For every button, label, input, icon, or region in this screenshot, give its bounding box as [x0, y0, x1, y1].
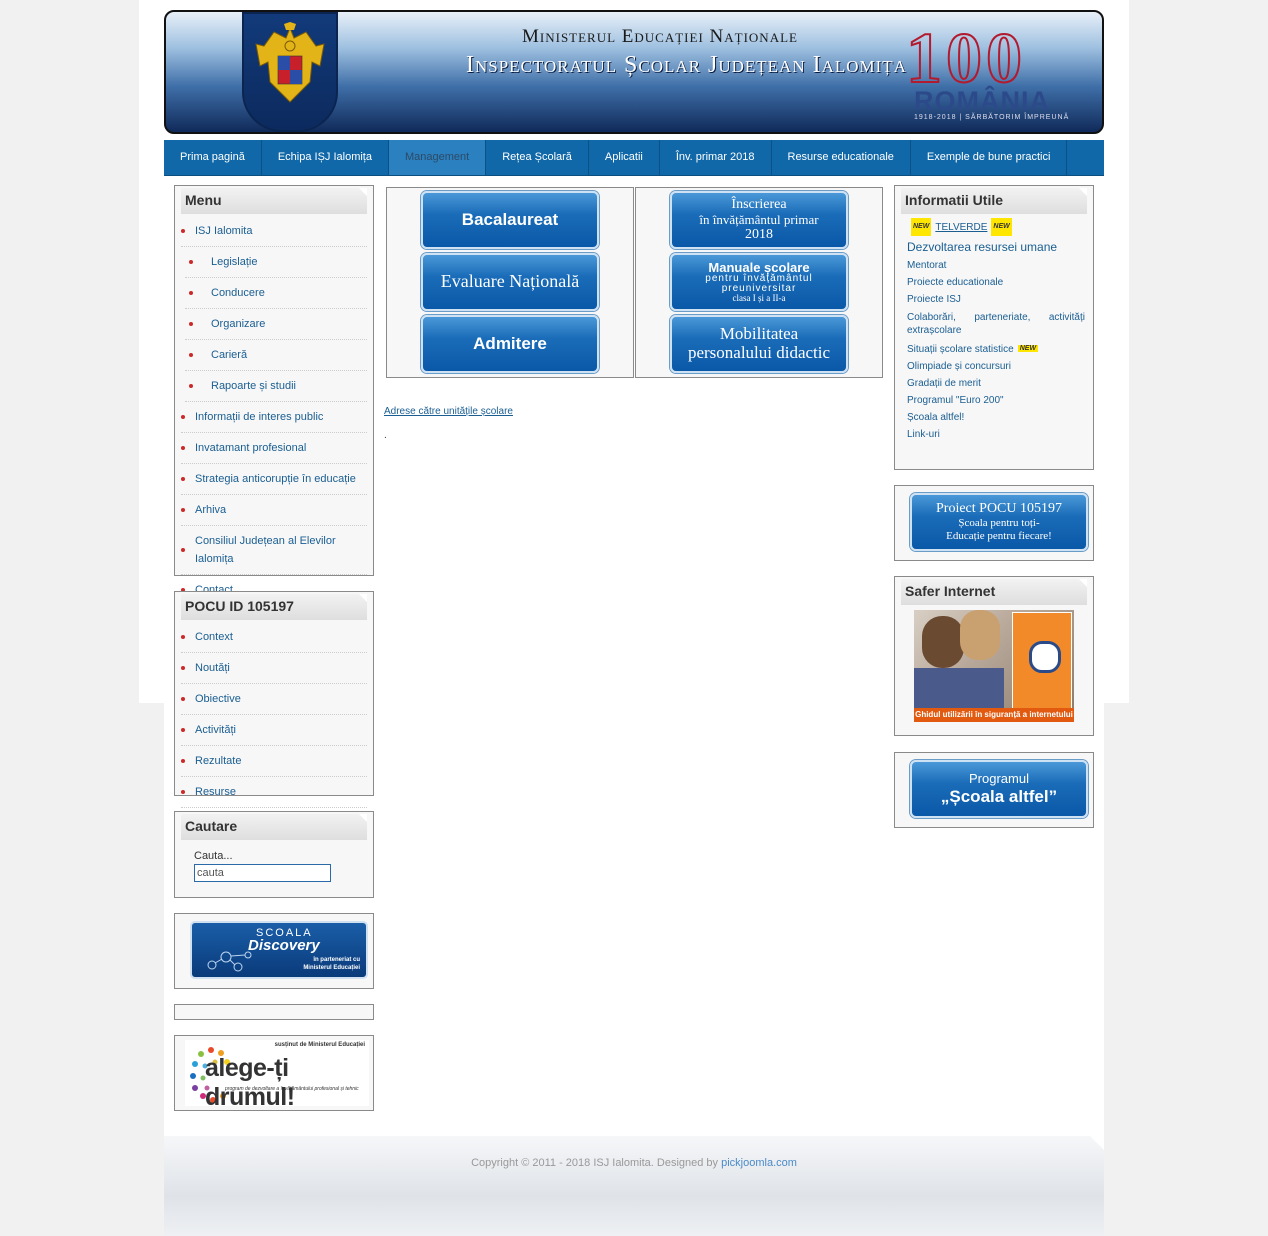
menu-item[interactable]: Conducere [185, 278, 367, 309]
pocu-menu-item[interactable]: Resurse [181, 777, 367, 808]
school-links-panel: Înscrierea în învățământul primar 2018 M… [635, 187, 883, 378]
main-navigation: Prima pagină Echipa IȘJ Ialomița Managem… [164, 140, 1104, 176]
menu-item[interactable]: Consiliul Județean al Elevilor Ialomița [181, 526, 367, 575]
telverde-row: NEW TELVERDE NEW [895, 214, 1093, 236]
pocu-project-banner[interactable]: Proiect POCU 105197 Școala pentru toți- … [910, 493, 1088, 551]
info-title: Informatii Utile [901, 188, 1087, 214]
scoala-discovery-banner[interactable]: SCOALA Discovery în parteneriat cu Minis… [190, 921, 368, 979]
page: Ministerul Educației Naționale Inspector… [164, 0, 1104, 1236]
discovery-banner-box: SCOALA Discovery în parteneriat cu Minis… [174, 913, 374, 989]
menu-title: Menu [181, 188, 367, 214]
menu-item[interactable]: Arhiva [181, 495, 367, 526]
menu-item[interactable]: Informații de interes public [181, 402, 367, 433]
content-dot: . [384, 430, 387, 441]
info-link[interactable]: Link-uri [907, 429, 1085, 440]
pocu-menu-item[interactable]: Activități [181, 715, 367, 746]
nav-item-bune-practici[interactable]: Exemple de bune practici [911, 140, 1068, 175]
menu-item[interactable]: ISJ Ialomita [181, 216, 367, 247]
nav-item-echipa[interactable]: Echipa IȘJ Ialomița [262, 140, 389, 175]
menu-item[interactable]: Legislație [185, 247, 367, 278]
mobilitate-button[interactable]: Mobilitatea personalului didactic [670, 315, 848, 373]
info-link[interactable]: Proiecte ISJ [907, 294, 1085, 305]
manuale-scolare-button[interactable]: Manuale școlare pentru învățământul preu… [670, 253, 848, 311]
exam-links-panel: Bacalaureat Evaluare Națională Admitere [386, 187, 634, 378]
new-badge: NEW [1017, 345, 1039, 352]
menu-item[interactable]: Rapoarte și studii [185, 371, 367, 402]
pocu-menu-item[interactable]: Rezultate [181, 746, 367, 777]
nav-item-resurse[interactable]: Resurse educationale [772, 140, 911, 175]
safer-internet-box: Safer Internet Ghidul utilizării în sigu… [894, 576, 1094, 736]
pocu-menu-item[interactable]: Context [181, 622, 367, 653]
nav-item-retea-scolara[interactable]: Rețea Școlară [486, 140, 589, 175]
centenary-tagline: 1918-2018 | SĂRBĂTORIM ÎMPREUNĂ [914, 114, 1070, 121]
info-box: Informatii Utile NEW TELVERDE NEW Dezvolta… [894, 185, 1094, 470]
new-badge: NEW [911, 218, 932, 236]
info-link[interactable]: Situații școlare statistice [907, 344, 1014, 355]
molecule-icon [207, 951, 252, 972]
pocu-menu-box: POCU ID 105197 Context Noutăți Obiective… [174, 591, 374, 808]
pocu-banner-box: Proiect POCU 105197 Școala pentru toți- … [894, 485, 1094, 561]
menu-item[interactable]: Organizare [185, 309, 367, 340]
nav-item-management[interactable]: Management [388, 140, 487, 175]
designer-link[interactable]: pickjoomla.com [721, 1157, 797, 1169]
copyright-text: Copyright © 2011 - 2018 ISJ Ialomita. De… [471, 1157, 797, 1169]
alege-drumul-banner[interactable]: susținut de Ministerul Educației alege-ț… [185, 1040, 369, 1111]
admitere-button[interactable]: Admitere [421, 315, 599, 373]
centenary-number: 100 [905, 18, 1026, 98]
info-link[interactable]: Programul "Euro 200" [907, 395, 1085, 406]
guide-booklet-icon [1012, 612, 1072, 710]
search-box: Cautare Cauta... [174, 811, 374, 898]
info-link[interactable]: Mentorat [907, 260, 1085, 271]
pocu-menu-title: POCU ID 105197 [181, 594, 367, 620]
person-icon [922, 616, 964, 668]
search-input[interactable] [194, 864, 331, 882]
dezvoltarea-resurse-link[interactable]: Dezvoltarea resursei umane [907, 240, 1085, 254]
nav-item-inv-primar[interactable]: Înv. primar 2018 [660, 140, 772, 175]
info-link[interactable]: Proiecte educationale [907, 277, 1085, 288]
telverde-link[interactable]: TELVERDE [935, 222, 987, 233]
site-header-banner[interactable]: Ministerul Educației Naționale Inspector… [164, 10, 1104, 134]
inspectorate-title: Inspectoratul Școlar Județean Ialomița [466, 52, 907, 78]
info-link[interactable]: Colaborări, parteneriate, activități ext… [907, 311, 1085, 337]
safer-internet-image[interactable]: Ghidul utilizării în siguranță a interne… [914, 610, 1074, 722]
person-icon [960, 610, 1000, 660]
footer: Copyright © 2011 - 2018 ISJ Ialomita. De… [164, 1136, 1104, 1236]
bacalaureat-button[interactable]: Bacalaureat [421, 191, 599, 249]
adrese-unitati-link[interactable]: Adrese către unitățile școlare [384, 406, 513, 417]
info-link[interactable]: Olimpiade și concursuri [907, 361, 1085, 372]
search-label: Cauta... [194, 850, 233, 862]
alege-drumul-box: susținut de Ministerul Educației alege-ț… [174, 1035, 374, 1111]
menu-item[interactable]: Strategia anticorupție în educație [181, 464, 367, 495]
empty-module-box [174, 1004, 374, 1020]
menu-box: Menu ISJ Ialomita Legislație Conducere O… [174, 185, 374, 606]
info-link[interactable]: Gradații de merit [907, 378, 1085, 389]
menu-item[interactable]: Carieră [185, 340, 367, 371]
nav-item-aplicatii[interactable]: Aplicatii [589, 140, 660, 175]
menu-item[interactable]: Invatamant profesional [181, 433, 367, 464]
pocu-menu-item[interactable]: Obiective [181, 684, 367, 715]
situatii-row: Situații școlare statistice NEW [907, 343, 1085, 355]
new-badge: NEW [991, 218, 1012, 236]
eagle-icon [255, 22, 325, 103]
search-title: Cautare [181, 814, 367, 840]
info-link[interactable]: Școala altfel! [907, 412, 1085, 423]
scoala-altfel-banner[interactable]: Programul „Școala altfel” [910, 760, 1088, 818]
ministry-title: Ministerul Educației Naționale [522, 26, 798, 47]
centenary-country: ROMÂNIA [914, 86, 1050, 116]
scoala-altfel-box: Programul „Școala altfel” [894, 752, 1094, 828]
nav-item-prima-pagina[interactable]: Prima pagină [164, 140, 262, 175]
safer-internet-title: Safer Internet [901, 579, 1087, 605]
inscriere-primar-button[interactable]: Înscrierea în învățământul primar 2018 [670, 191, 848, 249]
coat-of-arms-icon [242, 12, 338, 132]
pocu-menu-item[interactable]: Noutăți [181, 653, 367, 684]
evaluare-nationala-button[interactable]: Evaluare Națională [421, 253, 599, 311]
